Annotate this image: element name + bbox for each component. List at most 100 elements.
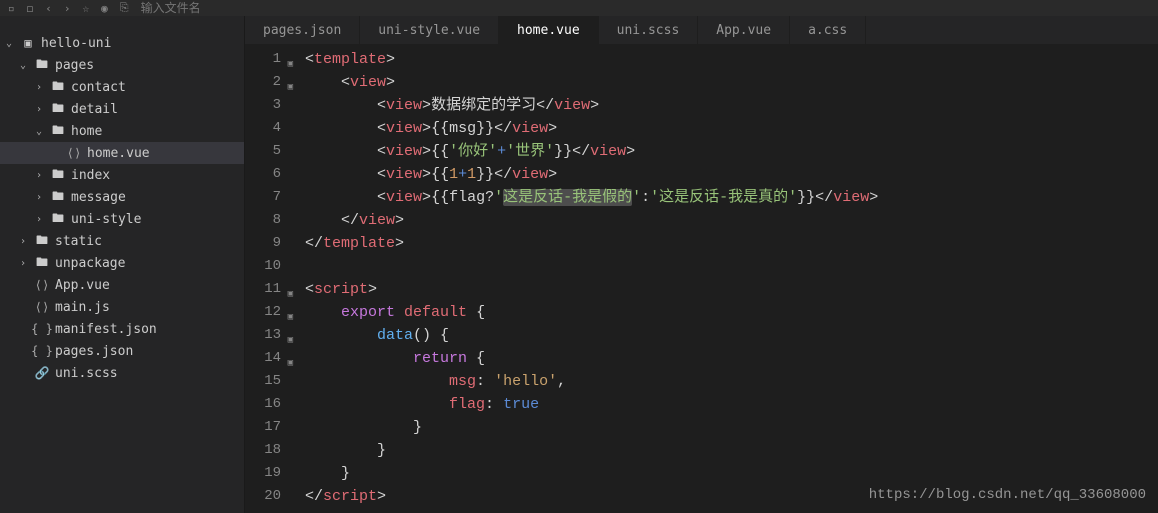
code-line[interactable]: <view>{{'你好'+'世界'}}</view> (305, 140, 1158, 163)
editor-area: pages.jsonuni-style.vuehome.vueuni.scssA… (245, 16, 1158, 513)
code-line[interactable]: <view>{{1+1}}</view> (305, 163, 1158, 186)
tree-item-label: contact (71, 80, 126, 95)
chevron-right-icon[interactable]: › (20, 258, 34, 269)
tree-item-label: App.vue (55, 278, 110, 293)
preview-icon[interactable]: ⎘ (120, 1, 129, 15)
tree-item-unpackage[interactable]: ›🖿unpackage (0, 252, 244, 274)
line-number: 10 (245, 255, 281, 278)
tree-item-label: uni.scss (55, 366, 118, 381)
tree-item-label: message (71, 190, 126, 205)
tree-item-pages-json[interactable]: { }pages.json (0, 340, 244, 362)
file-explorer[interactable]: ⌄▣hello-uni⌄🖿pages›🖿contact›🖿detail⌄🖿hom… (0, 16, 245, 513)
js-icon: ⟨⟩ (34, 300, 50, 314)
chevron-down-icon[interactable]: ⌄ (6, 38, 20, 49)
chevron-right-icon[interactable]: › (36, 170, 50, 181)
tab-uni-scss[interactable]: uni.scss (599, 16, 699, 44)
line-number: 13▣ (245, 324, 281, 347)
fold-icon[interactable]: ▣ (288, 306, 293, 329)
file-search-input[interactable] (141, 1, 241, 15)
tree-item-label: detail (71, 102, 118, 117)
line-number: 5 (245, 140, 281, 163)
code-line[interactable]: <view>数据绑定的学习</view> (305, 94, 1158, 117)
line-number: 7 (245, 186, 281, 209)
tree-item-pages[interactable]: ⌄🖿pages (0, 54, 244, 76)
vue-icon: ⟨⟩ (34, 278, 50, 292)
tab-App-vue[interactable]: App.vue (698, 16, 790, 44)
fold-icon[interactable]: ▣ (288, 352, 293, 375)
code-line[interactable]: <template> (305, 48, 1158, 71)
chevron-down-icon[interactable]: ⌄ (36, 126, 50, 137)
fold-icon[interactable]: ▣ (288, 283, 293, 306)
code-line[interactable]: } (305, 462, 1158, 485)
tree-item-label: home (71, 124, 102, 139)
line-number: 8 (245, 209, 281, 232)
tree-item-manifest-json[interactable]: { }manifest.json (0, 318, 244, 340)
line-number: 1▣ (245, 48, 281, 71)
scss-icon: 🔗 (34, 366, 50, 380)
tab-pages-json[interactable]: pages.json (245, 16, 360, 44)
json-icon: { } (34, 344, 50, 358)
chevron-down-icon[interactable]: ⌄ (20, 60, 34, 71)
code-line[interactable] (305, 255, 1158, 278)
run-icon[interactable]: ◉ (101, 2, 108, 15)
save-icon[interactable]: ▫ (8, 2, 15, 15)
tree-item-label: main.js (55, 300, 110, 315)
folder-icon: 🖿 (50, 209, 66, 230)
code-line[interactable]: <view> (305, 71, 1158, 94)
code-line[interactable]: <view>{{flag?'这是反话-我是假的':'这是反话-我是真的'}}</… (305, 186, 1158, 209)
tree-item-home[interactable]: ⌄🖿home (0, 120, 244, 142)
code-line[interactable]: <view>{{msg}}</view> (305, 117, 1158, 140)
tab-uni-style-vue[interactable]: uni-style.vue (360, 16, 499, 44)
nav-back-icon[interactable]: ‹ (45, 2, 52, 15)
tab-a-css[interactable]: a.css (790, 16, 866, 44)
code-editor[interactable]: 1▣2▣34567891011▣12▣13▣14▣151617181920 <t… (245, 44, 1158, 513)
tree-item-hello-uni[interactable]: ⌄▣hello-uni (0, 32, 244, 54)
line-gutter: 1▣2▣34567891011▣12▣13▣14▣151617181920 (245, 48, 289, 513)
line-number: 16 (245, 393, 281, 416)
fold-icon[interactable]: ▣ (288, 53, 293, 76)
json-icon: { } (34, 322, 50, 336)
line-number: 14▣ (245, 347, 281, 370)
code-line[interactable]: return { (305, 347, 1158, 370)
chevron-right-icon[interactable]: › (36, 214, 50, 225)
tree-item-App-vue[interactable]: ⟨⟩ App.vue (0, 274, 244, 296)
tree-item-contact[interactable]: ›🖿contact (0, 76, 244, 98)
line-number: 2▣ (245, 71, 281, 94)
nav-forward-icon[interactable]: › (64, 2, 71, 15)
code-line[interactable]: } (305, 416, 1158, 439)
folder-icon: 🖿 (34, 231, 50, 252)
code-line[interactable]: msg: 'hello', (305, 370, 1158, 393)
editor-tabs: pages.jsonuni-style.vuehome.vueuni.scssA… (245, 16, 1158, 44)
tree-item-label: index (71, 168, 110, 183)
tree-item-index[interactable]: ›🖿index (0, 164, 244, 186)
code-line[interactable]: export default { (305, 301, 1158, 324)
code-line[interactable]: flag: true (305, 393, 1158, 416)
code-content[interactable]: <template> <view> <view>数据绑定的学习</view> <… (289, 48, 1158, 513)
tab-home-vue[interactable]: home.vue (499, 16, 599, 44)
code-line[interactable]: data() { (305, 324, 1158, 347)
code-line[interactable]: <script> (305, 278, 1158, 301)
fold-icon[interactable]: ▣ (288, 329, 293, 352)
tree-item-home-vue[interactable]: ⟨⟩home.vue (0, 142, 244, 164)
history-icon[interactable]: ◻ (27, 2, 34, 15)
tree-item-label: uni-style (71, 212, 141, 227)
tree-item-message[interactable]: ›🖿message (0, 186, 244, 208)
chevron-right-icon[interactable]: › (36, 104, 50, 115)
code-line[interactable]: </template> (305, 232, 1158, 255)
line-number: 12▣ (245, 301, 281, 324)
code-line[interactable]: } (305, 439, 1158, 462)
tree-item-detail[interactable]: ›🖿detail (0, 98, 244, 120)
code-line[interactable]: </view> (305, 209, 1158, 232)
chevron-right-icon[interactable]: › (36, 192, 50, 203)
tree-item-label: pages (55, 58, 94, 73)
chevron-right-icon[interactable]: › (36, 82, 50, 93)
fold-icon[interactable]: ▣ (288, 76, 293, 99)
tree-item-static[interactable]: ›🖿static (0, 230, 244, 252)
tree-item-uni-style[interactable]: ›🖿 uni-style (0, 208, 244, 230)
tree-item-uni-scss[interactable]: 🔗 uni.scss (0, 362, 244, 384)
chevron-right-icon[interactable]: › (20, 236, 34, 247)
star-icon[interactable]: ☆ (83, 2, 90, 15)
line-number: 19 (245, 462, 281, 485)
line-number: 20 (245, 485, 281, 508)
tree-item-main-js[interactable]: ⟨⟩ main.js (0, 296, 244, 318)
